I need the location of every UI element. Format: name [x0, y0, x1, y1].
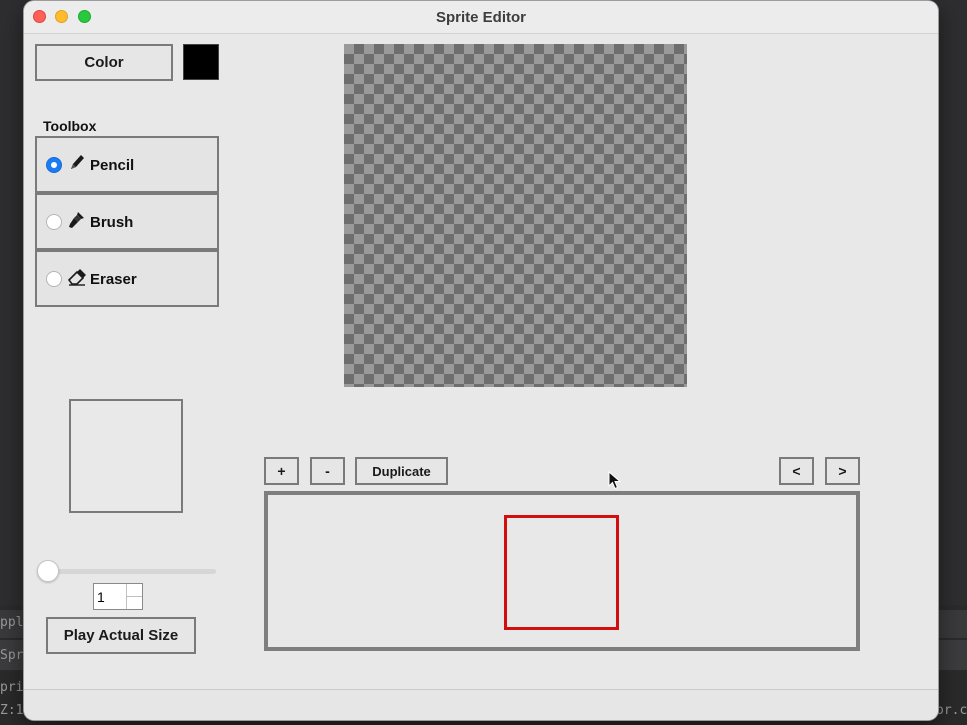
eraser-icon [67, 266, 87, 288]
drawing-canvas[interactable] [344, 44, 687, 387]
current-color-swatch[interactable] [183, 44, 219, 80]
pencil-radio[interactable] [46, 157, 62, 173]
background-text: pri [0, 680, 24, 695]
status-area [24, 690, 938, 720]
brush-icon [67, 209, 87, 231]
fps-slider-track[interactable] [48, 569, 216, 574]
tool-brush[interactable]: Brush [35, 193, 219, 250]
color-button[interactable]: Color [35, 44, 173, 81]
tool-label: Eraser [90, 271, 137, 288]
animation-preview [69, 399, 183, 513]
pencil-icon [67, 152, 87, 174]
tool-pencil[interactable]: Pencil [35, 136, 219, 193]
tool-label: Pencil [90, 157, 135, 174]
tool-label: Brush [90, 214, 134, 231]
scale-spinner[interactable] [93, 583, 143, 610]
scale-input[interactable] [94, 584, 127, 609]
brush-radio[interactable] [46, 214, 62, 230]
sprite-editor-window: Sprite Editor Color Toolbox Pencil Brush [24, 1, 938, 720]
fps-slider-thumb[interactable] [37, 560, 59, 582]
remove-frame-button[interactable]: - [310, 457, 345, 485]
mouse-cursor-icon [608, 470, 622, 491]
spinner-arrows[interactable] [126, 584, 142, 609]
background-text: Spr [0, 648, 24, 663]
play-actual-size-button[interactable]: Play Actual Size [46, 617, 196, 654]
toolbox-label: Toolbox [43, 118, 97, 134]
duplicate-frame-button[interactable]: Duplicate [355, 457, 448, 485]
previous-frame-button[interactable]: < [779, 457, 814, 485]
add-frame-button[interactable]: + [264, 457, 299, 485]
background-text: Z:1 [0, 703, 24, 718]
frame-strip[interactable] [264, 491, 860, 651]
title-bar: Sprite Editor [24, 1, 938, 34]
frame-thumbnail-selected[interactable] [504, 515, 619, 630]
background-text: ppl [0, 615, 24, 630]
window-title: Sprite Editor [435, 9, 526, 26]
tool-eraser[interactable]: Eraser [35, 250, 219, 307]
next-frame-button[interactable]: > [825, 457, 860, 485]
eraser-radio[interactable] [46, 271, 62, 287]
background-text: or.c [936, 703, 967, 718]
